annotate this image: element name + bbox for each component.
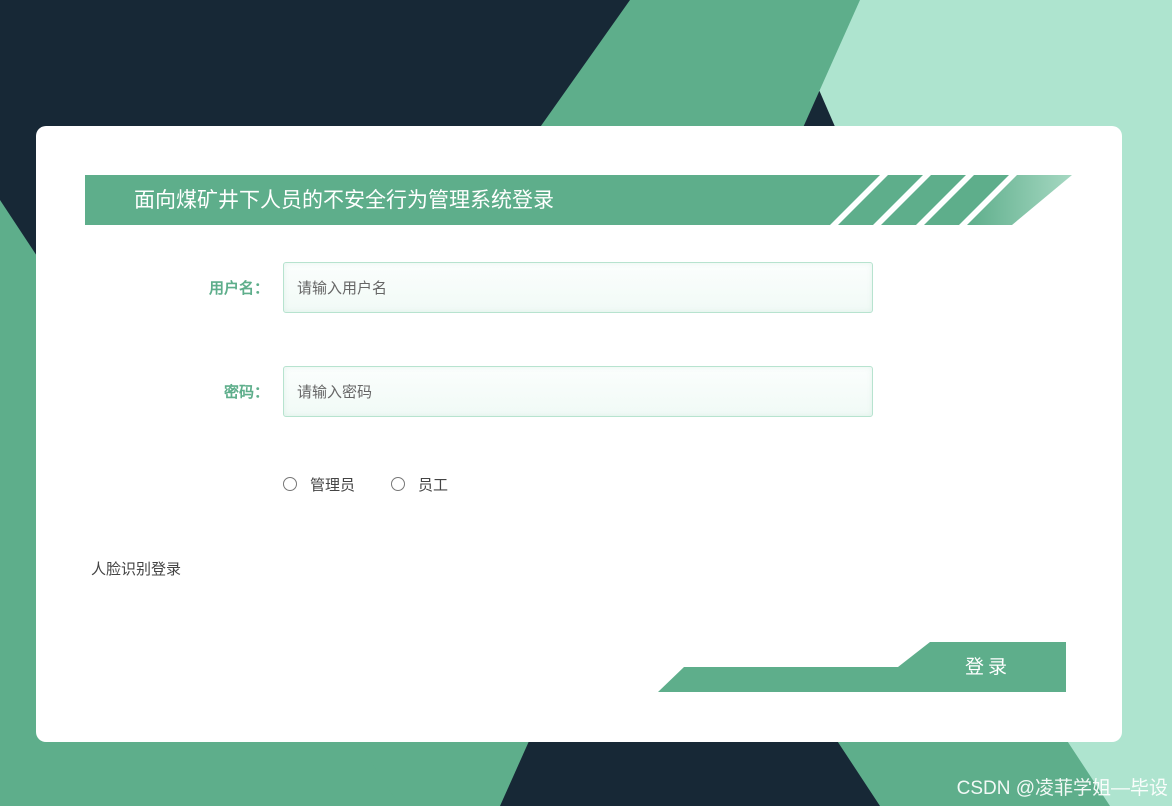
- role-option-employee[interactable]: 员工: [391, 474, 448, 495]
- password-label: 密码：: [223, 383, 269, 401]
- password-input[interactable]: [283, 366, 873, 417]
- radio-employee[interactable]: [391, 477, 406, 491]
- login-button-label: 登录: [964, 656, 1011, 678]
- face-login-link[interactable]: 人脸识别登录: [91, 558, 181, 579]
- title-banner: 面向煤矿井下人员的不安全行为管理系统登录: [85, 175, 1072, 225]
- role-radio-group: 管理员 员工: [283, 474, 484, 494]
- watermark: CSDN @凌菲学姐—毕设: [956, 778, 1168, 799]
- login-card: 面向煤矿井下人员的不安全行为管理系统登录 用户名： 密码： 管理员 员工 人脸识…: [36, 126, 1122, 742]
- role-option-admin[interactable]: 管理员: [283, 474, 355, 495]
- role-admin-label: 管理员: [310, 475, 356, 494]
- username-label: 用户名：: [208, 279, 269, 297]
- username-input[interactable]: [283, 262, 873, 313]
- radio-admin[interactable]: [283, 477, 297, 491]
- role-employee-label: 员工: [418, 475, 449, 494]
- page-title: 面向煤矿井下人员的不安全行为管理系统登录: [134, 188, 554, 212]
- login-button[interactable]: 登录: [658, 642, 1066, 692]
